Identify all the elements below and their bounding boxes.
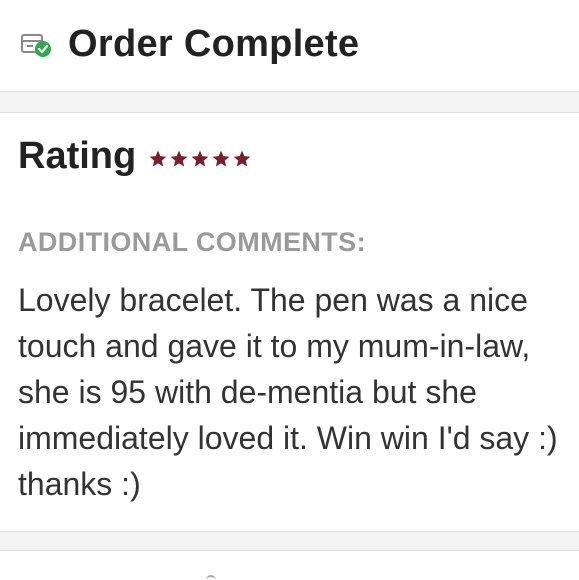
star-icon — [191, 150, 209, 166]
star-rating — [148, 149, 253, 169]
partial-content-icon — [206, 575, 216, 580]
section-divider — [0, 92, 579, 112]
star-icon — [170, 150, 188, 166]
rating-label: Rating — [18, 135, 137, 177]
rating-row: Rating — [18, 135, 253, 178]
next-section-card — [0, 550, 579, 580]
star-icon — [149, 150, 167, 166]
star-icon — [233, 150, 251, 166]
review-card: Rating ADDITIONAL COMMENTS: Lovely brace… — [0, 112, 579, 532]
order-status-title: Order Complete — [68, 23, 360, 65]
order-review-screen: Order Complete Rating ADDITIONAL COMMENT… — [0, 0, 579, 580]
additional-comments-heading: ADDITIONAL COMMENTS: — [18, 227, 366, 257]
additional-comments-text: Lovely bracelet. The pen was a nice touc… — [18, 282, 558, 502]
order-status-header: Order Complete — [0, 0, 579, 92]
star-icon — [212, 150, 230, 166]
package-check-icon — [21, 34, 51, 57]
